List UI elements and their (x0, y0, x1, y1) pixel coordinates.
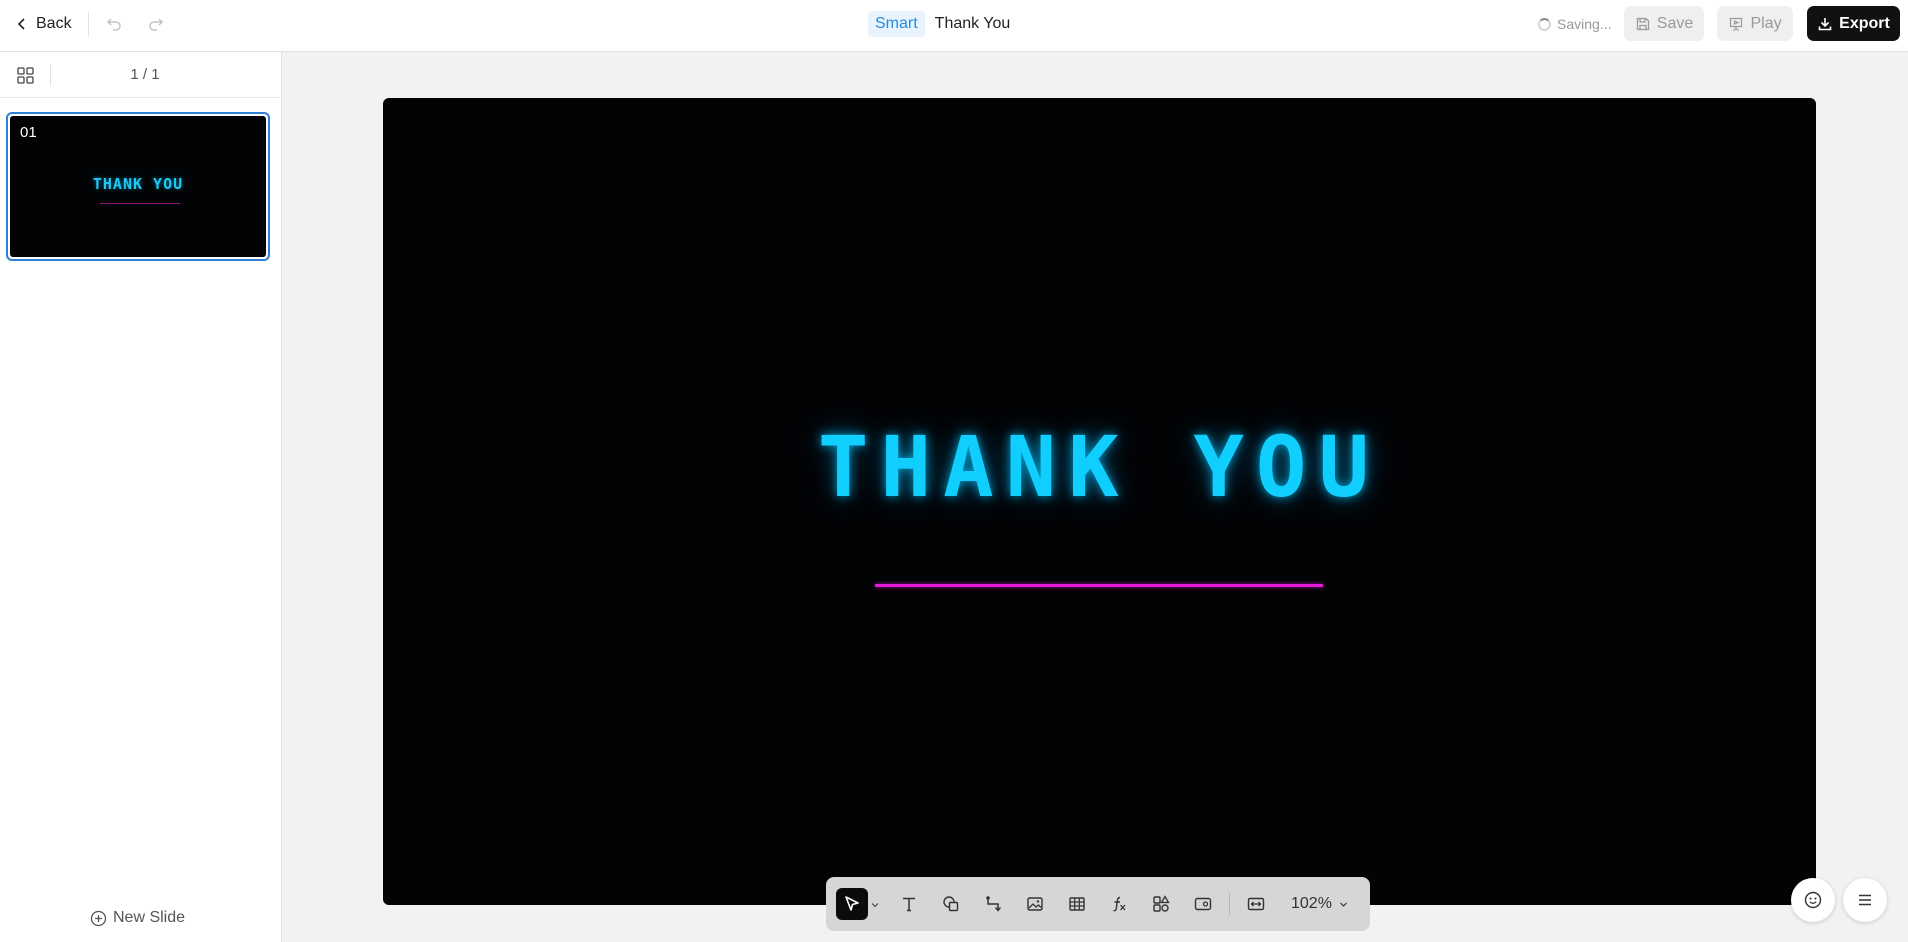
undo-icon (106, 18, 121, 31)
slides-panel: 1 / 1 01 THANK YOU New Slide (0, 52, 282, 942)
slide-title[interactable]: THANK YOU (383, 418, 1816, 516)
redo-icon (149, 18, 164, 31)
image-icon (1027, 897, 1043, 911)
connector-icon (986, 896, 1002, 912)
media-tool-button[interactable] (1187, 888, 1219, 920)
back-button[interactable]: Back (14, 12, 72, 36)
thumbnail-divider-line (100, 203, 180, 204)
slide-canvas[interactable]: THANK YOU (383, 98, 1816, 905)
zoom-value: 102% (1291, 895, 1332, 912)
fit-width-icon (1247, 897, 1265, 911)
fit-width-button[interactable] (1240, 888, 1272, 920)
new-slide-button[interactable]: New Slide (90, 907, 185, 929)
components-icon (1153, 895, 1170, 912)
table-tool-button[interactable] (1061, 888, 1093, 920)
new-slide-label: New Slide (113, 909, 186, 926)
media-icon (1194, 897, 1212, 911)
redo-button[interactable] (143, 12, 169, 36)
image-tool-button[interactable] (1019, 888, 1051, 920)
top-bar: Back Smart Thank You Saving... Save Play… (0, 0, 1908, 52)
chevron-down-icon[interactable] (869, 899, 881, 911)
slide-divider-line[interactable] (875, 584, 1323, 587)
chevron-left-icon (17, 18, 25, 30)
text-tool-button[interactable] (893, 888, 925, 920)
slide-thumbnail-preview: 01 THANK YOU (10, 116, 266, 257)
slide-thumbnail[interactable]: 01 THANK YOU (6, 112, 270, 261)
document-title-area: Smart Thank You (868, 11, 1010, 37)
undo-button[interactable] (101, 12, 127, 36)
slides-panel-header: 1 / 1 (0, 52, 281, 98)
divider (50, 64, 51, 86)
play-label: Play (1750, 14, 1782, 32)
save-label: Save (1656, 14, 1694, 32)
select-tool-button[interactable] (836, 888, 868, 920)
slide-number: 01 (20, 124, 37, 141)
export-button[interactable]: Export (1807, 6, 1900, 41)
zoom-dropdown[interactable]: 102% (1291, 893, 1349, 915)
smart-badge: Smart (868, 11, 925, 37)
export-label: Export (1839, 14, 1890, 32)
divider (88, 12, 89, 37)
text-icon (903, 897, 915, 912)
shapes-icon (943, 896, 959, 912)
plus-circle-icon (90, 910, 107, 926)
download-icon (1818, 17, 1832, 30)
menu-icon (1859, 894, 1871, 906)
connector-tool-button[interactable] (977, 888, 1009, 920)
table-icon (1069, 897, 1085, 911)
emoji-button[interactable] (1791, 878, 1835, 922)
editing-toolbar: 102% (826, 877, 1370, 931)
saving-label: Saving... (1557, 16, 1612, 32)
save-button[interactable]: Save (1624, 6, 1704, 41)
grid-icon (16, 66, 34, 84)
formula-icon (1113, 896, 1126, 912)
spinner-icon (1538, 17, 1551, 31)
shapes-tool-button[interactable] (935, 888, 967, 920)
document-title[interactable]: Thank You (935, 15, 1011, 33)
formula-tool-button[interactable] (1103, 888, 1135, 920)
grid-view-button[interactable] (14, 65, 36, 85)
emoji-icon (1804, 891, 1822, 909)
toolbar-divider (1229, 893, 1230, 915)
present-icon (1729, 17, 1743, 31)
save-icon (1636, 17, 1649, 30)
menu-button[interactable] (1843, 878, 1887, 922)
play-button[interactable]: Play (1717, 6, 1793, 41)
select-icon (845, 896, 859, 911)
back-label: Back (36, 15, 72, 32)
saving-status: Saving... (1538, 14, 1611, 34)
components-tool-button[interactable] (1145, 888, 1177, 920)
thumbnail-title: THANK YOU (92, 175, 184, 193)
chevron-down-icon (1339, 902, 1347, 907)
page-indicator: 1 / 1 (130, 66, 160, 83)
